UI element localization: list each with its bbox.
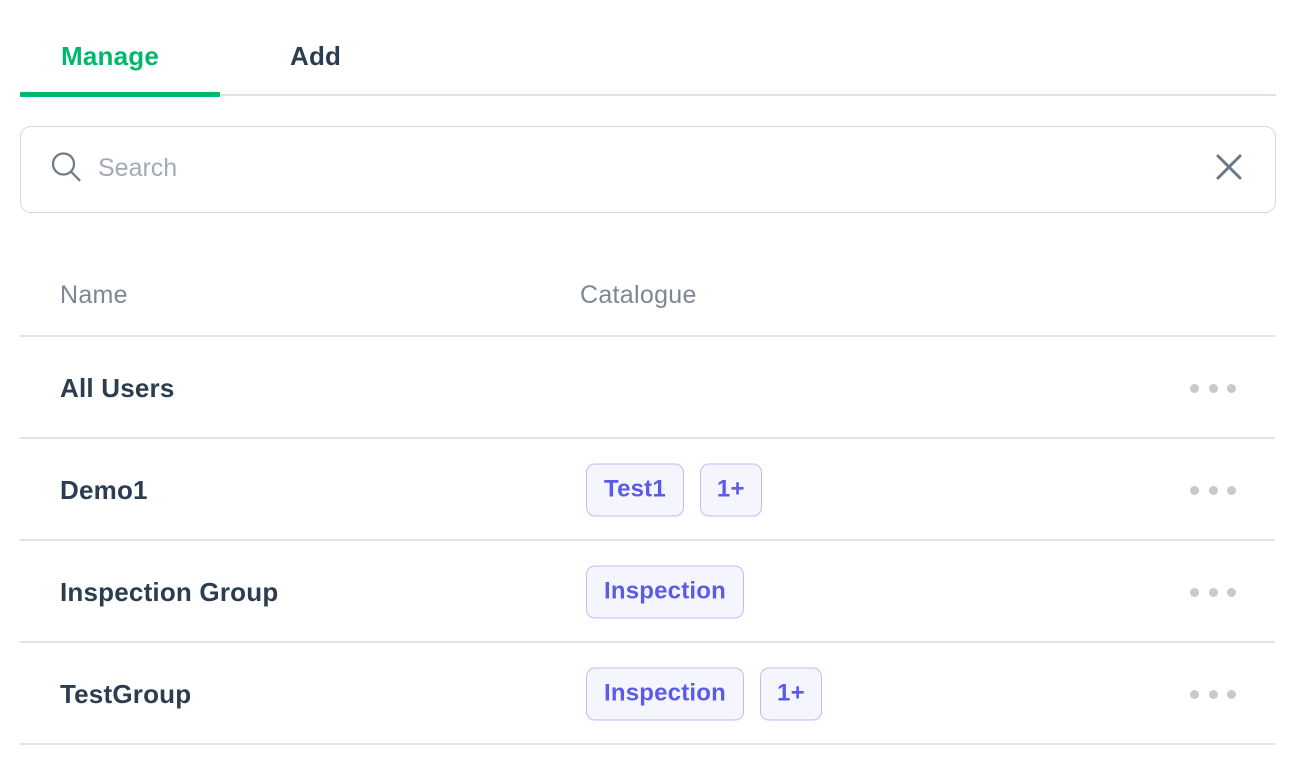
more-horizontal-icon — [1190, 689, 1199, 699]
cell-name: TestGroup — [60, 679, 192, 709]
column-header-name: Name — [60, 281, 128, 309]
cell-name: All Users — [60, 373, 175, 403]
cell-catalogue: Inspection — [586, 565, 745, 619]
catalogue-chip[interactable]: Test1 — [586, 463, 684, 517]
more-horizontal-icon — [1227, 485, 1236, 495]
table-row[interactable]: TestGroup Inspection 1+ — [0, 643, 1298, 745]
catalogue-chip[interactable]: Inspection — [586, 667, 745, 721]
tab-manage[interactable]: Manage — [61, 36, 159, 76]
tab-active-indicator — [20, 92, 220, 97]
more-horizontal-icon — [1208, 689, 1218, 699]
cell-name: Demo1 — [60, 475, 148, 505]
row-actions-menu-button[interactable] — [1190, 681, 1236, 707]
cell-catalogue: Test1 1+ — [586, 463, 762, 517]
row-divider — [20, 743, 1275, 745]
catalogue-overflow-chip[interactable]: 1+ — [760, 667, 822, 721]
more-horizontal-icon — [1208, 587, 1218, 597]
more-horizontal-icon — [1227, 689, 1236, 699]
cell-catalogue: Inspection 1+ — [586, 667, 822, 721]
row-actions-menu-button[interactable] — [1190, 579, 1236, 605]
cell-name: Inspection Group — [60, 577, 279, 607]
search-icon — [48, 149, 84, 185]
tab-bar: Manage Add — [0, 0, 1298, 97]
row-actions-menu-button[interactable] — [1190, 375, 1236, 401]
more-horizontal-icon — [1208, 485, 1218, 495]
more-horizontal-icon — [1227, 587, 1236, 597]
tab-add[interactable]: Add — [290, 36, 341, 76]
search-input[interactable] — [98, 149, 1188, 187]
groups-table: Name Catalogue All Users Demo1 Test1 1+ … — [0, 250, 1298, 745]
catalogue-overflow-chip[interactable]: 1+ — [699, 463, 762, 517]
table-row[interactable]: Demo1 Test1 1+ — [0, 439, 1298, 541]
more-horizontal-icon — [1190, 587, 1199, 597]
more-horizontal-icon — [1190, 383, 1199, 393]
table-row[interactable]: Inspection Group Inspection — [0, 541, 1298, 643]
more-horizontal-icon — [1190, 485, 1199, 495]
close-icon — [1216, 154, 1242, 180]
more-horizontal-icon — [1227, 383, 1236, 393]
clear-search-button[interactable] — [1210, 148, 1248, 186]
table-header-row: Name Catalogue — [0, 250, 1298, 337]
row-actions-menu-button[interactable] — [1190, 477, 1236, 503]
table-row[interactable]: All Users — [0, 337, 1298, 439]
column-header-catalogue: Catalogue — [580, 281, 697, 309]
more-horizontal-icon — [1208, 383, 1218, 393]
catalogue-chip[interactable]: Inspection — [586, 565, 745, 619]
